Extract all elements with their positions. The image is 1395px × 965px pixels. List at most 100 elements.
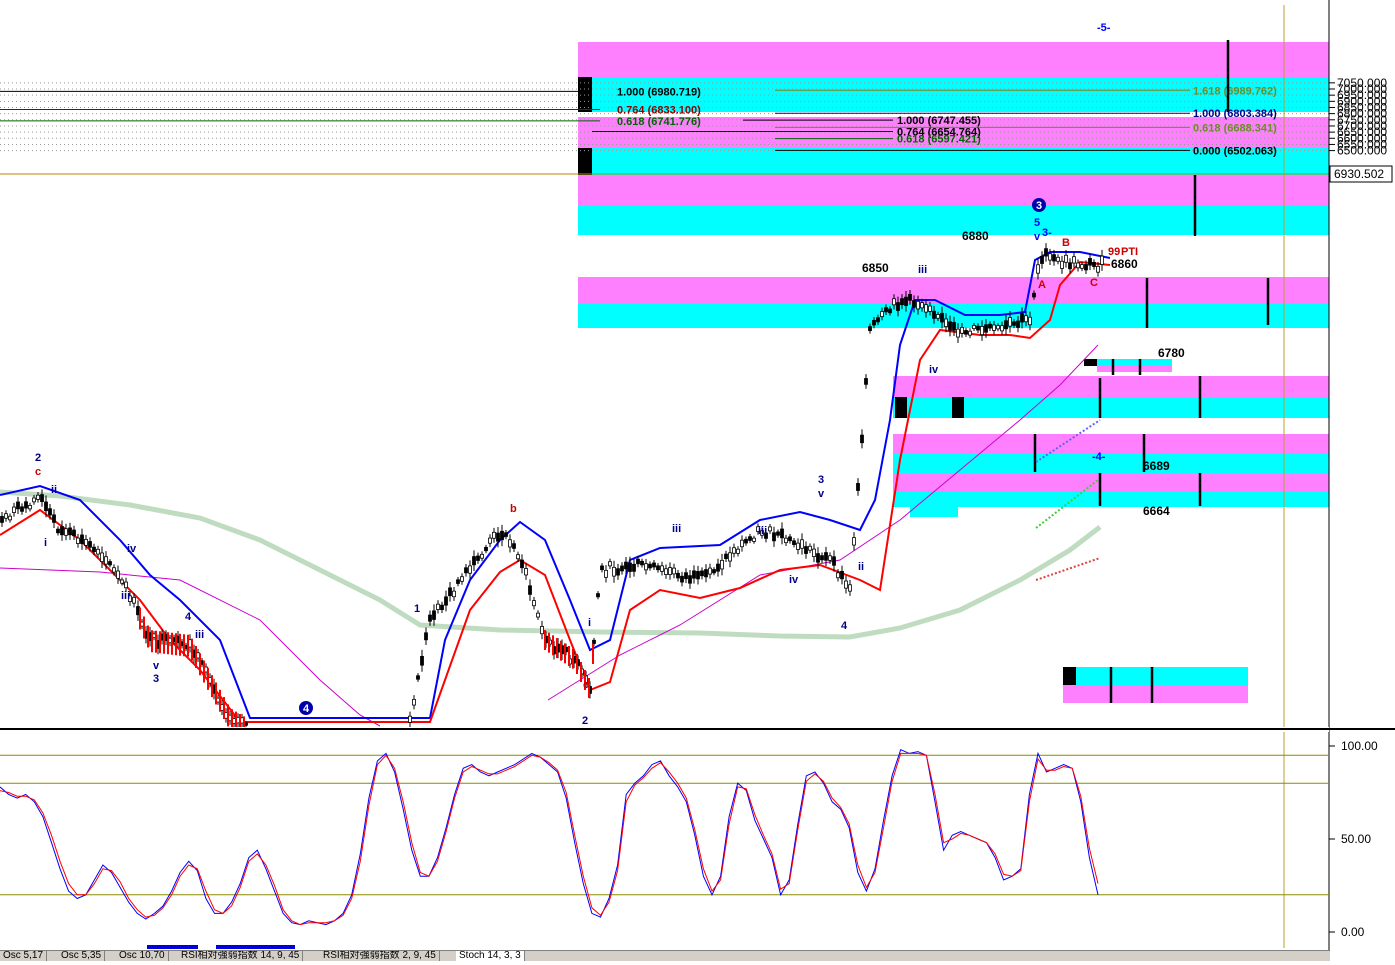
price-candle	[24, 501, 28, 509]
wave-label: 1	[414, 603, 420, 615]
price-candle	[696, 571, 700, 580]
price-candle	[436, 603, 440, 610]
price-candle	[412, 698, 416, 706]
price-candle	[952, 322, 956, 331]
fib-level-label: 1.618 (6989.762)	[1193, 85, 1277, 97]
fib-band	[893, 434, 1330, 454]
price-candle	[940, 312, 944, 323]
price-candle	[704, 569, 708, 578]
price-candle	[460, 576, 464, 582]
price-candle	[796, 542, 800, 550]
price-candle	[684, 572, 688, 580]
price-annotation: 6860	[1111, 257, 1138, 271]
fib-anchor-block	[578, 148, 592, 175]
price-candle	[920, 302, 924, 309]
price-candle	[116, 570, 120, 579]
wave-label: ii	[858, 561, 864, 573]
price-candle	[748, 536, 752, 541]
price-candle	[880, 311, 884, 317]
price-candle	[432, 610, 436, 620]
wave-label: PTI	[1121, 246, 1138, 258]
price-candle	[1092, 261, 1096, 267]
wave-label: -4-	[1092, 451, 1106, 463]
price-candle	[408, 715, 412, 723]
price-candle	[752, 537, 756, 542]
price-candle	[948, 321, 952, 331]
price-candle	[448, 587, 452, 597]
price-candle	[96, 548, 100, 555]
price-candle	[700, 570, 704, 577]
price-candle	[932, 310, 936, 319]
wave-label: i	[44, 537, 47, 549]
price-candle	[504, 532, 508, 537]
price-candle	[984, 324, 988, 333]
price-candle	[1016, 320, 1020, 328]
price-candle	[868, 326, 872, 332]
price-candle	[864, 378, 868, 385]
price-candle	[636, 558, 640, 565]
price-candle	[912, 300, 916, 308]
price-candle	[0, 516, 4, 523]
price-candle	[964, 330, 968, 335]
price-candle	[1004, 320, 1008, 330]
fib-anchor-block	[1063, 667, 1076, 685]
price-candle	[92, 546, 96, 553]
wave-label: b	[510, 503, 517, 515]
price-candle	[520, 559, 524, 569]
price-candle	[1068, 262, 1072, 270]
price-candle	[924, 304, 928, 313]
price-candle	[960, 327, 964, 334]
fib-anchor-block	[895, 397, 907, 418]
wave-label: iv	[789, 574, 799, 586]
price-candle	[108, 561, 112, 566]
stochastic-line	[0, 752, 1099, 926]
price-candle	[808, 545, 812, 551]
price-candle	[628, 562, 632, 572]
price-candle	[64, 528, 68, 536]
price-candle	[468, 565, 472, 574]
price-candle	[828, 555, 832, 561]
price-candle	[740, 539, 744, 548]
chart-application: 1.000 (6980.719) 0.764 (6833.100) 0.618 (6…	[0, 0, 1395, 961]
price-candle	[728, 552, 732, 562]
price-candle	[76, 537, 80, 544]
wave-label: 3	[818, 474, 824, 486]
price-candle	[1056, 256, 1060, 262]
price-candle	[712, 569, 716, 574]
price-candle	[788, 536, 792, 542]
price-candle	[1076, 262, 1080, 269]
price-candle	[824, 552, 828, 561]
price-candle	[464, 567, 468, 574]
fib-level-label: 0.618 (6688.341)	[1193, 122, 1277, 134]
price-candle	[528, 585, 532, 595]
fib-band	[893, 491, 1330, 507]
price-candle	[12, 506, 16, 513]
price-candle	[972, 325, 976, 330]
price-candle	[720, 559, 724, 570]
price-candle	[1032, 292, 1036, 298]
price-candle	[472, 556, 476, 566]
price-candle	[736, 548, 740, 554]
price-candle	[724, 553, 728, 559]
wave-label: iii	[195, 629, 204, 641]
price-candle	[988, 323, 992, 329]
price-candle	[612, 566, 616, 577]
chart-canvas[interactable]: 1.000 (6980.719)0.764 (6833.100)0.618 (6…	[0, 0, 1395, 960]
axis-tick-label: 0.00	[1341, 925, 1365, 939]
price-candle	[32, 497, 36, 503]
price-candle	[508, 539, 512, 548]
price-candle	[680, 575, 684, 583]
price-candle	[856, 483, 860, 491]
price-candle	[896, 302, 900, 311]
fib-band	[1063, 667, 1248, 685]
price-candle	[592, 639, 596, 644]
price-candle	[772, 532, 776, 542]
price-candle	[692, 570, 696, 579]
price-candle	[872, 319, 876, 326]
price-candle	[1096, 265, 1100, 273]
price-candle	[848, 584, 852, 592]
price-candle	[44, 501, 48, 512]
price-candle	[476, 555, 480, 561]
price-candle	[72, 529, 76, 537]
price-candle	[708, 567, 712, 575]
